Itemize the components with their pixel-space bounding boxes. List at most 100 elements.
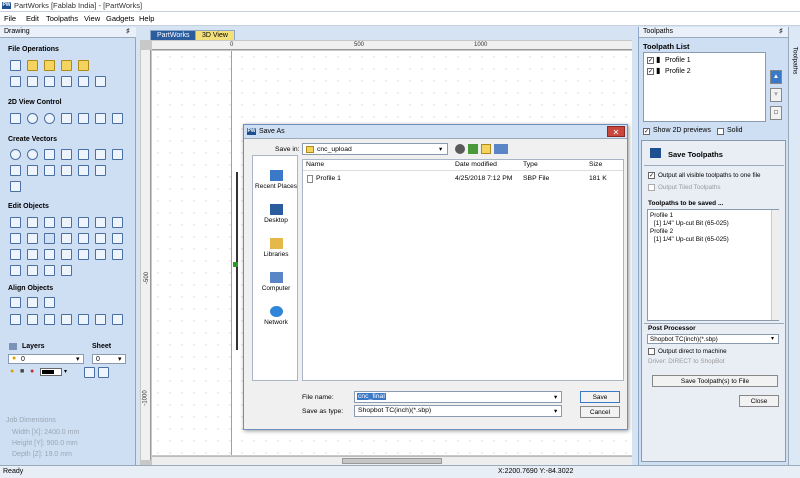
align-page-icon[interactable] — [112, 314, 123, 325]
column-type[interactable]: Type — [523, 161, 538, 168]
chevron-down-icon[interactable]: ▾ — [64, 368, 67, 375]
filename-input[interactable]: cnc_final ▾ — [354, 391, 562, 403]
bitmap-trace-icon[interactable] — [78, 165, 89, 176]
text-on-curve-icon[interactable] — [44, 165, 55, 176]
distribute-v-icon[interactable] — [95, 314, 106, 325]
align-left-icon[interactable] — [10, 314, 21, 325]
toolpath-2-name[interactable]: Profile 2 — [665, 68, 691, 75]
tab-3d-view[interactable]: 3D View — [195, 30, 235, 40]
smooth-icon[interactable] — [78, 249, 89, 260]
tab-partworks[interactable]: PartWorks — [150, 30, 197, 40]
place-desktop[interactable]: Desktop — [253, 204, 299, 224]
distribute-h-icon[interactable] — [78, 314, 89, 325]
polygon-icon[interactable] — [112, 149, 123, 160]
place-computer[interactable]: Computer — [253, 272, 299, 292]
offset-icon[interactable] — [95, 165, 106, 176]
align-vcenter-icon[interactable] — [44, 297, 55, 308]
sheet-select[interactable]: 0 ▾ — [92, 354, 126, 364]
import-icon[interactable] — [10, 76, 21, 87]
line-icon[interactable] — [78, 149, 89, 160]
scrollbar-thumb[interactable] — [342, 458, 442, 464]
save-button[interactable]: Save — [580, 391, 620, 403]
circle-icon[interactable] — [10, 149, 21, 160]
close-icon[interactable]: ✕ — [607, 126, 625, 137]
place-network[interactable]: Network — [253, 306, 299, 326]
layer-select[interactable]: ● 0 ▾ — [8, 354, 84, 364]
ungroup-icon[interactable] — [78, 233, 89, 244]
place-libraries[interactable]: Libraries — [253, 238, 299, 258]
list-scrollbar[interactable] — [771, 210, 779, 320]
back-icon[interactable] — [455, 144, 465, 154]
output-tiled-checkbox[interactable] — [648, 184, 655, 191]
curve-icon[interactable] — [61, 149, 72, 160]
align-bottom-icon[interactable] — [61, 314, 72, 325]
ellipse-icon[interactable] — [27, 149, 38, 160]
fillet-vector-icon[interactable] — [112, 249, 123, 260]
align-center-icon[interactable] — [10, 297, 21, 308]
zoom-box-icon[interactable] — [10, 113, 21, 124]
join-icon[interactable] — [95, 233, 106, 244]
text-icon[interactable] — [27, 165, 38, 176]
move-icon[interactable] — [78, 217, 89, 228]
new-file-icon[interactable] — [10, 60, 21, 71]
paste-icon[interactable] — [61, 76, 72, 87]
curve-tool-icon[interactable] — [44, 265, 55, 276]
select-icon[interactable] — [10, 217, 21, 228]
star-icon[interactable] — [10, 165, 21, 176]
menu-gadgets[interactable]: Gadgets — [106, 14, 134, 23]
pan-icon[interactable] — [95, 113, 106, 124]
move-down-icon[interactable]: ▼ — [770, 88, 782, 102]
transform-icon[interactable] — [44, 217, 55, 228]
rotate-icon[interactable] — [95, 217, 106, 228]
zoom-out-icon[interactable] — [44, 113, 55, 124]
new-folder-icon[interactable] — [481, 144, 491, 154]
corner-tool-icon[interactable] — [61, 265, 72, 276]
align-hcenter-icon[interactable] — [27, 297, 38, 308]
cut-icon[interactable] — [27, 76, 38, 87]
sheet-prev-icon[interactable] — [84, 367, 95, 378]
intersect-icon[interactable] — [44, 233, 55, 244]
offset-vector-icon[interactable] — [95, 249, 106, 260]
weld-icon[interactable] — [10, 233, 21, 244]
trim-icon[interactable] — [112, 233, 123, 244]
node-edit-icon[interactable] — [27, 217, 38, 228]
save-as-icon[interactable] — [78, 60, 89, 71]
undo-icon[interactable] — [78, 76, 89, 87]
line-tool-icon[interactable] — [27, 265, 38, 276]
toolpaths-side-tab[interactable]: Toolpaths — [788, 27, 800, 465]
sheet-next-icon[interactable] — [98, 367, 109, 378]
open-folder-icon[interactable] — [44, 60, 55, 71]
menu-help[interactable]: Help — [139, 14, 154, 23]
mirror-icon[interactable] — [61, 217, 72, 228]
menu-edit[interactable]: Edit — [26, 14, 39, 23]
column-date[interactable]: Date modified — [455, 161, 497, 168]
cancel-button[interactable]: Cancel — [580, 406, 620, 418]
up-folder-icon[interactable] — [468, 144, 478, 154]
redo-icon[interactable] — [95, 76, 106, 87]
pin-icon[interactable]: ♯ — [779, 28, 783, 35]
place-recent[interactable]: Recent Places — [253, 170, 299, 190]
table-row[interactable]: Profile 1 4/25/2018 7:12 PM SBP File 181… — [303, 174, 623, 184]
nest-icon[interactable] — [61, 249, 72, 260]
toolpath-1-checkbox[interactable]: ✓ — [647, 57, 654, 64]
dimension-icon[interactable] — [61, 165, 72, 176]
menu-view[interactable]: View — [84, 14, 100, 23]
subtract-icon[interactable] — [27, 233, 38, 244]
close-button[interactable]: Close — [739, 395, 779, 407]
slot-icon[interactable] — [10, 265, 21, 276]
menu-file[interactable]: File — [4, 14, 16, 23]
arc-icon[interactable] — [95, 149, 106, 160]
output-all-checkbox[interactable]: ✓ — [648, 172, 655, 179]
scale-icon[interactable] — [112, 217, 123, 228]
move-up-icon[interactable]: ▲ — [770, 70, 782, 84]
toolpath-2-checkbox[interactable]: ✓ — [647, 68, 654, 75]
extend-icon[interactable] — [10, 249, 21, 260]
zoom-extents-icon[interactable] — [61, 113, 72, 124]
savetype-select[interactable]: Shopbot TC(inch)(*.sbp) ▾ — [354, 405, 562, 417]
save-in-select[interactable]: cnc_upload ▾ — [302, 143, 448, 155]
array-copy-icon[interactable] — [44, 249, 55, 260]
rectangle-icon[interactable] — [44, 149, 55, 160]
align-top-icon[interactable] — [44, 314, 55, 325]
zoom-selection-icon[interactable] — [78, 113, 89, 124]
solid-checkbox[interactable] — [717, 128, 724, 135]
